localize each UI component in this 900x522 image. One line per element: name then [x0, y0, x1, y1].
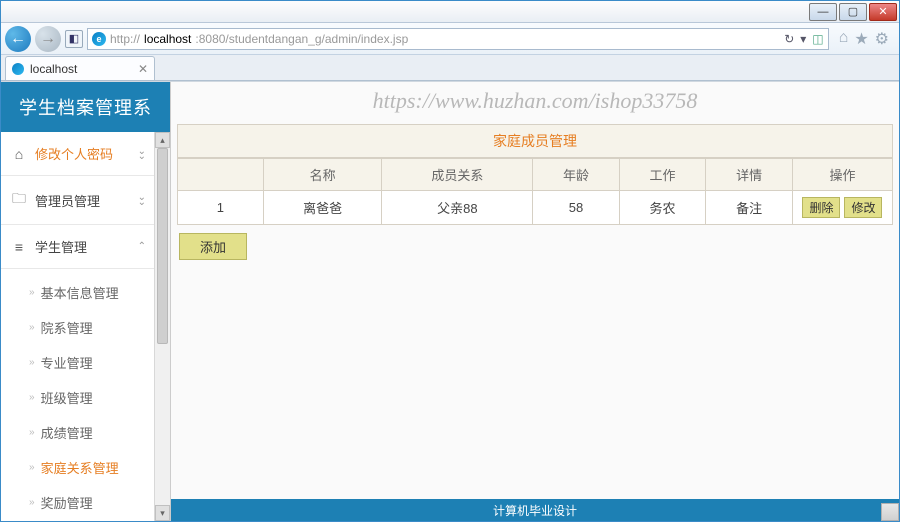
sidebar-scrollbar[interactable]: ▴ ▾: [154, 132, 170, 521]
submenu-label: 家庭关系管理: [41, 458, 119, 477]
cell-detail[interactable]: 备注: [706, 191, 793, 225]
cell-op: 删除修改: [792, 191, 892, 225]
submenu-award[interactable]: » 奖励管理: [29, 485, 154, 520]
tab-title: localhost: [30, 62, 77, 76]
submenu-basic-info[interactable]: » 基本信息管理: [29, 275, 154, 310]
submenu-label: 院系管理: [41, 318, 93, 337]
search-dropdown-icon[interactable]: ▾: [800, 32, 806, 46]
ie-icon: e: [92, 32, 106, 46]
arrow-icon: »: [29, 462, 35, 473]
submenu-punish[interactable]: »处分管理: [29, 520, 154, 521]
submenu-label: 专业管理: [41, 353, 93, 372]
tab-close-icon[interactable]: ✕: [138, 62, 148, 76]
th-work: 工作: [619, 159, 706, 191]
refresh-icon[interactable]: ↻: [784, 32, 794, 46]
home-icon[interactable]: ⌂: [839, 29, 849, 49]
arrow-icon: »: [29, 357, 35, 368]
url-scheme: http://: [110, 32, 140, 46]
watermark-text: https://www.huzhan.com/ishop33758: [171, 82, 899, 124]
forward-button[interactable]: →: [35, 26, 61, 52]
browser-right-icons: ⌂ ★ ⚙: [833, 29, 895, 49]
app-title: 学生档案管理系: [1, 82, 170, 132]
th-relation: 成员关系: [382, 159, 533, 191]
sidebar-item-label: 管理员管理: [35, 191, 100, 210]
submenu-label: 奖励管理: [41, 493, 93, 512]
edit-button[interactable]: 修改: [844, 197, 882, 218]
sidebar-item-label: 修改个人密码: [35, 144, 113, 163]
cell-work: 务农: [619, 191, 706, 225]
table-header-row: 名称 成员关系 年龄 工作 详情 操作: [178, 159, 893, 191]
tab-favicon: [12, 63, 24, 75]
resize-grip[interactable]: [881, 503, 899, 521]
cell-name: 离爸爸: [263, 191, 382, 225]
submenu-dept[interactable]: » 院系管理: [29, 310, 154, 345]
browser-window: — ▢ ✕ ← → ◧ e http:// localhost :8080/stud…: [0, 0, 900, 522]
browser-toolbar: ← → ◧ e http:// localhost :8080/studentdan…: [1, 23, 899, 55]
footer-text: 计算机毕业设计: [493, 502, 577, 519]
favorites-icon[interactable]: ★: [854, 29, 868, 49]
home-icon: ⌂: [11, 146, 27, 162]
sidebar-item-label: 学生管理: [35, 237, 87, 256]
arrow-icon: »: [29, 392, 35, 403]
main-panel: https://www.huzhan.com/ishop33758 家庭成员管理…: [171, 82, 899, 521]
panel-title: 家庭成员管理: [177, 124, 893, 158]
submenu-label: 班级管理: [41, 388, 93, 407]
list-icon: ≡: [11, 239, 27, 255]
scroll-track[interactable]: [155, 148, 170, 505]
cell-idx: 1: [178, 191, 264, 225]
submenu-label: 成绩管理: [41, 423, 93, 442]
submenu-grade[interactable]: » 成绩管理: [29, 415, 154, 450]
th-age: 年龄: [533, 159, 620, 191]
th-op: 操作: [792, 159, 892, 191]
cell-relation: 父亲88: [382, 191, 533, 225]
chevron-up-icon: ⌃: [138, 241, 146, 252]
chevron-down-icon: ⌄: [138, 146, 146, 162]
window-maximize-button[interactable]: ▢: [839, 3, 867, 21]
scroll-thumb[interactable]: [157, 148, 168, 344]
sidebar-item-change-password[interactable]: ⌂ 修改个人密码 ⌄: [1, 132, 154, 176]
arrow-icon: »: [29, 497, 35, 508]
arrow-icon: »: [29, 287, 35, 298]
cell-age: 58: [533, 191, 620, 225]
submenu-class[interactable]: » 班级管理: [29, 380, 154, 415]
th-detail: 详情: [706, 159, 793, 191]
sidebar-item-student-mgmt[interactable]: ≡ 学生管理 ⌃: [1, 225, 154, 269]
submenu-family[interactable]: » 家庭关系管理: [29, 450, 154, 485]
family-panel: 家庭成员管理 名称 成员关系 年龄 工作 详情 操作: [177, 124, 893, 260]
url-host: localhost: [144, 32, 191, 46]
folder-icon: 🗀: [11, 188, 27, 212]
footer-bar: 计算机毕业设计: [171, 499, 899, 521]
scroll-down-button[interactable]: ▾: [155, 505, 170, 521]
sidebar: 学生档案管理系 ⌂ 修改个人密码 ⌄ 🗀 管理员管理 ⌄ ≡ 学: [1, 82, 171, 521]
page-content: 学生档案管理系 ⌂ 修改个人密码 ⌄ 🗀 管理员管理 ⌄ ≡ 学: [1, 81, 899, 521]
compat-view-icon[interactable]: ◧: [65, 30, 83, 48]
window-minimize-button[interactable]: —: [809, 3, 837, 21]
scroll-up-button[interactable]: ▴: [155, 132, 170, 148]
arrow-icon: »: [29, 322, 35, 333]
window-close-button[interactable]: ✕: [869, 3, 897, 21]
arrow-icon: »: [29, 427, 35, 438]
th-name: 名称: [263, 159, 382, 191]
student-submenu: »基本信息管理 »院系管理 »专业管理 »班级管理 »成绩管理 »家庭关系管理 …: [1, 269, 154, 521]
back-button[interactable]: ←: [5, 26, 31, 52]
window-titlebar: — ▢ ✕: [1, 1, 899, 23]
submenu-major[interactable]: » 专业管理: [29, 345, 154, 380]
tab-strip: localhost ✕: [1, 55, 899, 81]
compat-icon[interactable]: ◫: [812, 32, 823, 46]
address-bar[interactable]: e http:// localhost :8080/studentdangan_g/…: [87, 28, 829, 50]
table-row: 1 离爸爸 父亲88 58 务农 备注 删除修改: [178, 191, 893, 225]
delete-button[interactable]: 删除: [802, 197, 840, 218]
browser-tab[interactable]: localhost ✕: [5, 56, 155, 80]
add-button[interactable]: 添加: [179, 233, 247, 260]
tools-icon[interactable]: ⚙: [875, 29, 889, 49]
sidebar-item-admin-mgmt[interactable]: 🗀 管理员管理 ⌄: [1, 176, 154, 225]
submenu-label: 基本信息管理: [41, 283, 119, 302]
th-idx: [178, 159, 264, 191]
family-table: 名称 成员关系 年龄 工作 详情 操作 1 离爸爸 父亲88: [177, 158, 893, 225]
url-path: :8080/studentdangan_g/admin/index.jsp: [195, 32, 408, 46]
chevron-down-icon: ⌄: [138, 192, 146, 208]
